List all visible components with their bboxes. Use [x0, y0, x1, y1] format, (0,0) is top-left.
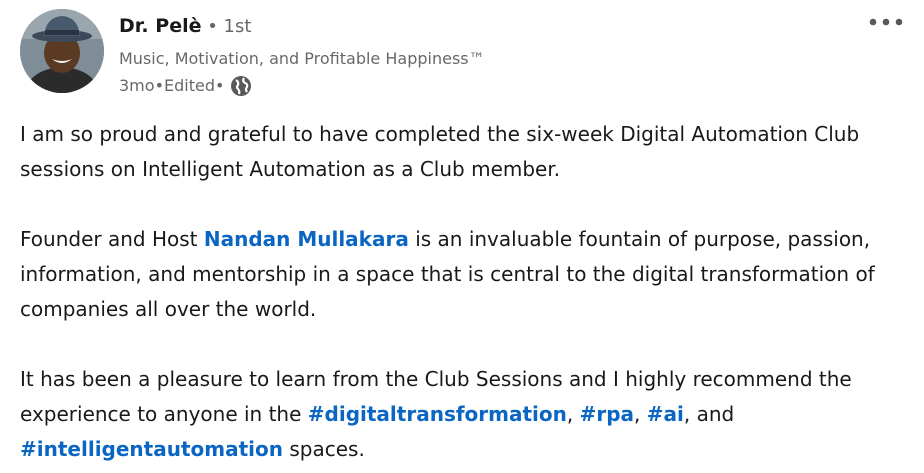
- more-options-button[interactable]: [866, 8, 906, 36]
- author-name[interactable]: Dr. Pelè: [119, 15, 201, 37]
- hashtag-link-rpa[interactable]: #rpa: [580, 402, 634, 426]
- connection-degree: 1st: [223, 16, 252, 37]
- paragraph-3-text-b: spaces.: [283, 437, 365, 461]
- meta-separator-2: •: [214, 76, 225, 95]
- comma-2: ,: [634, 402, 647, 426]
- edited-label: Edited: [164, 76, 215, 95]
- post-body: I am so proud and grateful to have compl…: [20, 117, 900, 467]
- feed-post: Dr. Pelè • 1st Music, Motivation, and Pr…: [0, 0, 924, 473]
- mention-link[interactable]: Nandan Mullakara: [204, 227, 409, 251]
- comma-1: ,: [566, 402, 580, 426]
- post-meta: 3mo • Edited •: [119, 74, 252, 98]
- author-name-line: Dr. Pelè • 1st: [119, 12, 251, 41]
- hashtag-link-digitaltransformation[interactable]: #digitaltransformation: [308, 402, 567, 426]
- post-paragraph-2: Founder and Host Nandan Mullakara is an …: [20, 222, 900, 327]
- author-headline: Music, Motivation, and Profitable Happin…: [119, 49, 485, 68]
- meta-separator: •: [154, 76, 164, 95]
- more-horizontal-icon: [869, 18, 903, 26]
- globe-icon: [230, 75, 252, 97]
- post-paragraph-3: It has been a pleasure to learn from the…: [20, 362, 900, 467]
- paragraph-2-text-a: Founder and Host: [20, 227, 204, 251]
- hashtag-link-ai[interactable]: #ai: [647, 402, 684, 426]
- post-paragraph-1: I am so proud and grateful to have compl…: [20, 122, 860, 181]
- hashtag-link-intelligentautomation[interactable]: #intelligentautomation: [20, 437, 283, 461]
- author-avatar[interactable]: [20, 9, 104, 93]
- degree-separator: •: [201, 16, 224, 37]
- and-text: , and: [683, 402, 735, 426]
- post-time: 3mo: [119, 76, 155, 95]
